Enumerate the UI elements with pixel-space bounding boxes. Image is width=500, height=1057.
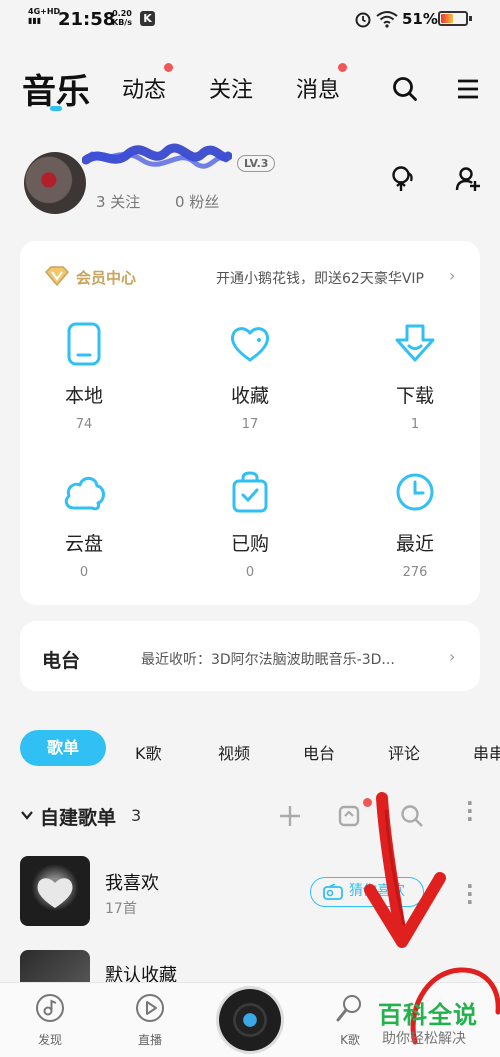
library-count: 1 (410, 417, 420, 432)
search-icon[interactable] (392, 76, 418, 102)
shopping-bag-icon (232, 471, 268, 513)
library-label: 云盘 (64, 533, 103, 555)
add-friend-icon[interactable] (455, 166, 481, 192)
redacted-username-scribble (82, 143, 232, 169)
subtab-comments[interactable]: 评论 (388, 740, 420, 764)
watermark-title: 百科全说 (378, 1001, 478, 1029)
tab-following[interactable]: 关注 (209, 72, 253, 104)
library-downloads[interactable]: 下载 1 (355, 322, 475, 432)
library-label: 下载 (395, 385, 434, 407)
import-icon[interactable] (338, 803, 362, 827)
download-icon (395, 324, 435, 362)
music-note-icon (36, 994, 64, 1022)
fans-count[interactable]: 0 粉丝 (175, 191, 219, 212)
subtab-chuanchuan[interactable]: 串串 (473, 740, 500, 764)
menu-icon[interactable] (456, 78, 480, 100)
wifi-icon (376, 11, 398, 28)
library-purchased[interactable]: 已购 0 (190, 470, 310, 580)
playlist-section-title[interactable]: 自建歌单 (40, 803, 116, 830)
clock: 21:58 (58, 9, 116, 30)
radio-icon (323, 884, 343, 900)
play-circle-icon (136, 994, 164, 1022)
add-icon[interactable] (279, 805, 301, 827)
library-count: 276 (402, 565, 428, 580)
library-local[interactable]: 本地 74 (24, 322, 144, 432)
vip-diamond-icon (44, 266, 70, 286)
vip-center-link[interactable]: 会员中心 (76, 267, 136, 288)
library-label: 最近 (395, 533, 434, 555)
nav-label: K歌 (340, 1033, 360, 1047)
nav-live[interactable]: 直播 (120, 983, 180, 1048)
tab-messages[interactable]: 消息 (296, 72, 340, 104)
subtab-ksong[interactable]: K歌 (135, 740, 162, 764)
more-options-icon[interactable]: · · · (466, 876, 474, 912)
microphone-icon (336, 995, 361, 1022)
cloud-icon (64, 476, 105, 511)
network-speed: 0.20 KB/s (112, 9, 132, 27)
notification-dot (164, 63, 173, 72)
library-cloud[interactable]: 云盘 0 (24, 470, 144, 580)
microphone-search-icon[interactable] (391, 165, 417, 193)
annotation-arrow (364, 792, 446, 948)
library-label: 本地 (64, 385, 103, 407)
clock-icon (396, 473, 434, 511)
chevron-down-icon[interactable] (20, 809, 34, 821)
battery-percent: 51% (402, 10, 438, 28)
library-count: 0 (79, 565, 89, 580)
more-options-icon[interactable]: · · · (466, 793, 474, 829)
battery-icon (438, 11, 472, 26)
chevron-right-icon: › (449, 266, 456, 285)
library-count: 0 (245, 565, 255, 580)
subtab-video[interactable]: 视频 (218, 740, 250, 764)
alarm-icon (355, 12, 371, 28)
playlist-title[interactable]: 我喜欢 (105, 869, 159, 895)
library-recent[interactable]: 最近 276 (355, 470, 475, 580)
notification-dot (338, 63, 347, 72)
app-notification-icon: K (140, 11, 155, 26)
playlist-count: 3 (131, 806, 142, 825)
library-count: 74 (75, 417, 93, 432)
subtab-radio[interactable]: 电台 (303, 740, 335, 764)
nav-ksong[interactable]: K歌 (320, 983, 380, 1048)
watermark-subtitle: 助你轻松解决 (382, 1031, 466, 1047)
nav-discover[interactable]: 发现 (20, 983, 80, 1048)
following-count[interactable]: 3 关注 (96, 191, 140, 212)
radio-recent-text: 最近收听：3D阿尔法脑波助眠音乐-3D... (141, 652, 395, 668)
vip-promo-link[interactable]: 开通小鹅花钱，即送62天豪华VIP (216, 268, 424, 288)
active-tab-indicator (50, 106, 62, 111)
network-indicator: 4G+HD ▮▮▮ (28, 7, 61, 25)
now-playing-disc[interactable] (219, 989, 281, 1051)
status-bar: 4G+HD ▮▮▮ 21:58 0.20 KB/s K 51% (0, 0, 500, 38)
level-badge: LV.3 (237, 155, 276, 172)
library-count: 17 (241, 417, 259, 432)
phone-icon (67, 322, 101, 366)
library-label: 收藏 (230, 385, 269, 407)
playlist-cover[interactable] (20, 950, 90, 984)
playlist-subtitle: 17首 (105, 901, 137, 917)
radio-title: 电台 (42, 650, 81, 672)
avatar[interactable] (24, 152, 86, 214)
playlist-cover[interactable] (20, 856, 90, 926)
library-label: 已购 (230, 533, 269, 555)
tab-dynamics[interactable]: 动态 (122, 72, 166, 104)
heart-icon (37, 878, 73, 908)
library-favorites[interactable]: 收藏 17 (190, 322, 310, 432)
chevron-right-icon: › (449, 647, 456, 666)
heart-icon (231, 327, 269, 362)
subtab-playlists[interactable]: 歌单 (20, 730, 106, 766)
nav-label: 发现 (37, 1033, 62, 1047)
nav-label: 直播 (137, 1033, 162, 1047)
